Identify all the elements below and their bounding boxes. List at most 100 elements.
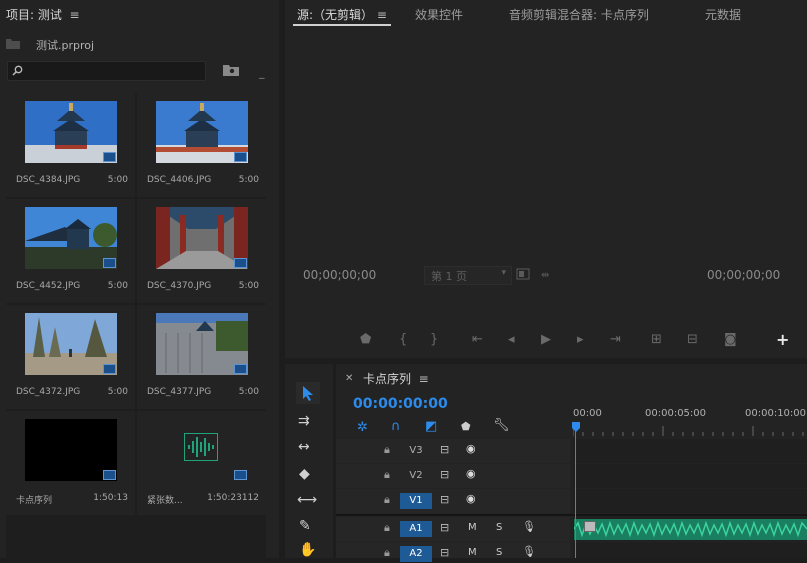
eye-icon[interactable]: ◉ <box>466 492 476 505</box>
panel-menu-icon[interactable]: ≡ <box>373 8 387 22</box>
selection-tool-icon[interactable] <box>296 382 320 404</box>
add-marker-icon[interactable]: ⬟ <box>461 420 471 433</box>
tab-audio-clip-mixer[interactable]: 音频剪辑混合器: 卡点序列 <box>509 6 649 23</box>
project-item[interactable]: DSC_4384.JPG 5:00 <box>6 93 135 197</box>
time-ruler[interactable] <box>573 424 807 436</box>
item-name: DSC_4372.JPG <box>16 387 81 397</box>
mark-out-icon[interactable]: } <box>430 332 438 347</box>
item-name: 紧张数... <box>147 496 183 506</box>
project-item[interactable]: DSC_4377.JPG 5:00 <box>137 305 266 409</box>
panel-menu-icon[interactable]: ≡ <box>66 8 80 22</box>
item-name: DSC_4452.JPG <box>16 281 81 291</box>
folder-icon <box>6 38 20 49</box>
project-item[interactable]: DSC_4406.JPG 5:00 <box>137 93 266 197</box>
project-item[interactable]: 紧张数... 1:50:23112 <box>137 411 266 515</box>
solo-button[interactable]: S <box>496 547 502 558</box>
panel-minimize-icon[interactable]: _ <box>259 66 265 79</box>
track-select-tool-icon[interactable]: ⇉ <box>298 413 310 429</box>
ripple-edit-tool-icon[interactable]: ↔ <box>298 439 310 455</box>
track-lane-a1[interactable] <box>573 517 807 541</box>
playhead-timecode[interactable]: 00:00:00:00 <box>353 396 448 412</box>
hand-tool-icon[interactable]: ✋ <box>299 542 316 558</box>
track-header-v2: 🔒︎ V2 ⊟ ◉ <box>336 464 570 488</box>
playhead-handle[interactable] <box>572 422 580 432</box>
microphone-icon[interactable]: 🎙︎ <box>522 545 536 558</box>
track-lane-a2[interactable] <box>573 542 807 558</box>
solo-button[interactable]: S <box>496 522 502 533</box>
close-icon[interactable]: ✕ <box>345 373 353 384</box>
item-name: DSC_4406.JPG <box>147 175 212 185</box>
snap-magnet-icon[interactable]: ∩ <box>391 419 401 434</box>
mute-button[interactable]: M <box>468 522 477 533</box>
track-lane-v3[interactable] <box>573 439 807 463</box>
project-item[interactable]: DSC_4372.JPG 5:00 <box>6 305 135 409</box>
add-button-icon[interactable]: + <box>776 330 789 349</box>
image-thumbnail <box>156 101 248 163</box>
lock-icon[interactable]: 🔒︎ <box>384 521 390 535</box>
sync-lock-icon[interactable]: ⊟ <box>440 443 449 456</box>
settings-icon[interactable]: ⇹ <box>541 270 549 281</box>
linked-selection-icon[interactable]: ◩ <box>425 419 437 434</box>
eye-icon[interactable]: ◉ <box>466 442 476 455</box>
page-select-label: 第 1 页 <box>431 270 467 283</box>
item-name: DSC_4384.JPG <box>16 175 81 185</box>
overwrite-icon[interactable]: ⊟ <box>687 332 698 347</box>
tab-effect-controls[interactable]: 效果控件 <box>415 6 463 23</box>
sequence-thumbnail <box>25 419 117 481</box>
insert-icon[interactable]: ⊞ <box>651 332 662 347</box>
project-item[interactable]: 卡点序列 1:50:13 <box>6 411 135 515</box>
panel-menu-icon[interactable]: ≡ <box>415 372 429 386</box>
project-item[interactable]: DSC_4370.JPG 5:00 <box>137 199 266 303</box>
go-to-in-icon[interactable]: ⇤ <box>472 332 483 347</box>
project-panel-title[interactable]: 项目: 测试 ≡ <box>6 6 80 23</box>
lock-icon[interactable]: 🔒︎ <box>384 468 390 482</box>
project-item[interactable]: DSC_4452.JPG 5:00 <box>6 199 135 303</box>
razor-tool-icon[interactable]: ◆ <box>299 466 310 482</box>
export-frame-icon[interactable]: ◙ <box>724 332 737 347</box>
sync-lock-icon[interactable]: ⊟ <box>440 546 449 559</box>
audio-thumbnail <box>156 419 248 481</box>
lock-icon[interactable]: 🔒︎ <box>384 443 390 457</box>
tab-sequence[interactable]: 卡点序列 ≡ <box>363 370 429 387</box>
nest-toggle-icon[interactable]: ✲ <box>357 420 368 435</box>
mark-in-icon[interactable]: { <box>399 332 407 347</box>
microphone-icon[interactable]: 🎙︎ <box>522 520 536 533</box>
tab-metadata[interactable]: 元数据 <box>705 6 741 23</box>
sync-lock-icon[interactable]: ⊟ <box>440 521 449 534</box>
pen-tool-icon[interactable]: ✎ <box>299 518 311 534</box>
sync-lock-icon[interactable]: ⊟ <box>440 468 449 481</box>
item-duration: 5:00 <box>107 281 128 291</box>
item-name: DSC_4377.JPG <box>147 387 212 397</box>
track-label-a1[interactable]: A1 <box>400 521 432 537</box>
item-duration: 1:50:13 <box>93 493 128 503</box>
source-timecode-current[interactable]: 00;00;00;00 <box>303 268 376 282</box>
step-back-icon[interactable]: ◂ <box>508 332 515 347</box>
step-forward-icon[interactable]: ▸ <box>577 332 584 347</box>
new-bin-icon[interactable] <box>223 64 239 76</box>
track-label-v2[interactable]: V2 <box>400 468 432 484</box>
track-lane-v2[interactable] <box>573 464 807 488</box>
image-thumbnail <box>25 207 117 269</box>
track-lane-v1[interactable] <box>573 489 807 513</box>
sync-lock-icon[interactable]: ⊟ <box>440 493 449 506</box>
audio-clip[interactable] <box>574 519 807 540</box>
add-marker-icon[interactable]: ⬟ <box>360 332 371 347</box>
page-nav-icon[interactable] <box>516 268 530 280</box>
mute-button[interactable]: M <box>468 547 477 558</box>
track-label-v3[interactable]: V3 <box>400 443 432 459</box>
track-label-v1[interactable]: V1 <box>400 493 432 509</box>
eye-icon[interactable]: ◉ <box>466 467 476 480</box>
audio-waveform-icon <box>184 433 218 461</box>
play-icon[interactable]: ▶ <box>541 332 551 347</box>
tab-source[interactable]: 源:（无剪辑） ≡ <box>297 6 387 23</box>
item-name: DSC_4370.JPG <box>147 281 212 291</box>
slip-tool-icon[interactable]: ⟷ <box>297 492 317 508</box>
project-title-text: 项目: 测试 <box>6 8 62 22</box>
lock-icon[interactable]: 🔒︎ <box>384 493 390 507</box>
wrench-icon[interactable]: 🔧︎ <box>493 418 510 433</box>
item-duration: 5:00 <box>107 175 128 185</box>
page-select[interactable]: 第 1 页 ▾ <box>424 266 512 285</box>
go-to-out-icon[interactable]: ⇥ <box>610 332 621 347</box>
project-search-input[interactable] <box>7 61 206 81</box>
track-label-a2[interactable]: A2 <box>400 546 432 562</box>
